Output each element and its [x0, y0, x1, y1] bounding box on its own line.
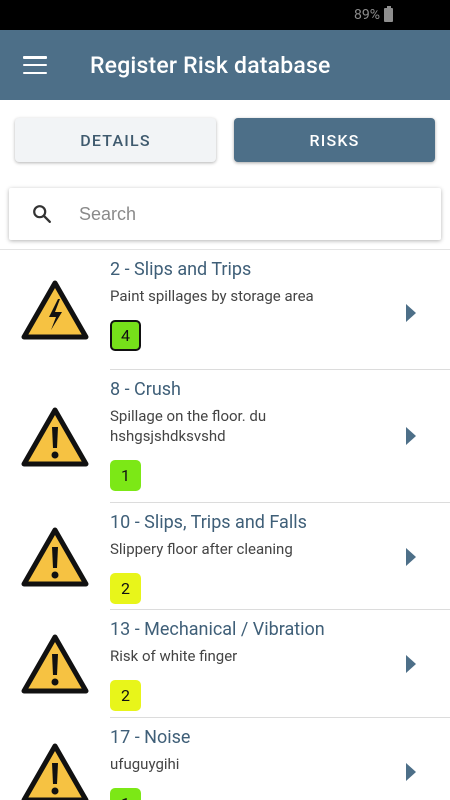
chevron-right-icon[interactable]: [406, 304, 416, 322]
app-bar: Register Risk database: [0, 30, 450, 100]
risk-score-badge: 4: [110, 320, 141, 351]
hamburger-menu-icon[interactable]: [23, 56, 47, 74]
page-title: Register Risk database: [90, 51, 331, 79]
chevron-right-icon[interactable]: [406, 763, 416, 781]
search-bar: [9, 188, 441, 240]
risk-description: Risk of white finger: [110, 647, 238, 665]
search-input[interactable]: [79, 203, 379, 225]
tab-risks[interactable]: RISKS: [234, 118, 435, 162]
status-bar: 89%: [0, 0, 450, 30]
risk-list-item[interactable]: 13 - Mechanical / Vibration Risk of whit…: [0, 610, 450, 718]
risk-score-badge: 1: [110, 788, 141, 800]
tab-bar: DETAILS RISKS: [0, 100, 450, 162]
risk-description: ufuguygihi: [110, 755, 180, 773]
risk-description: Paint spillages by storage area: [110, 287, 314, 305]
risk-list-item[interactable]: 2 - Slips and Trips Paint spillages by s…: [0, 250, 450, 370]
electric-hazard-icon: [21, 280, 89, 340]
risk-list-item[interactable]: 8 - Crush Spillage on the floor. du hshg…: [0, 370, 450, 503]
search-icon[interactable]: [31, 203, 53, 225]
risk-list-item[interactable]: 10 - Slips, Trips and Falls Slippery flo…: [0, 503, 450, 610]
risk-score-badge: 1: [110, 460, 141, 491]
risk-title: 13 - Mechanical / Vibration: [110, 619, 325, 640]
risk-title: 8 - Crush: [110, 379, 181, 400]
risk-title: 10 - Slips, Trips and Falls: [110, 512, 307, 533]
chevron-right-icon[interactable]: [406, 655, 416, 673]
risk-description: Spillage on the floor. du hshgsjshdksvsh…: [110, 407, 267, 445]
risk-title: 2 - Slips and Trips: [110, 259, 252, 280]
risk-list-item[interactable]: 17 - Noise ufuguygihi 1: [0, 718, 450, 800]
chevron-right-icon[interactable]: [406, 427, 416, 445]
warning-exclamation-icon: [21, 743, 89, 800]
risk-score-badge: 2: [110, 680, 141, 711]
risk-list: 2 - Slips and Trips Paint spillages by s…: [0, 250, 450, 800]
tab-details[interactable]: DETAILS: [15, 118, 216, 162]
warning-exclamation-icon: [21, 634, 89, 694]
battery-level: 89%: [354, 7, 380, 23]
risk-description: Slippery floor after cleaning: [110, 540, 293, 558]
warning-exclamation-icon: [21, 527, 89, 586]
warning-exclamation-icon: [21, 407, 89, 466]
battery-icon: [384, 6, 393, 22]
risk-score-badge: 2: [110, 573, 141, 604]
chevron-right-icon[interactable]: [406, 548, 416, 566]
risk-title: 17 - Noise: [110, 727, 191, 748]
